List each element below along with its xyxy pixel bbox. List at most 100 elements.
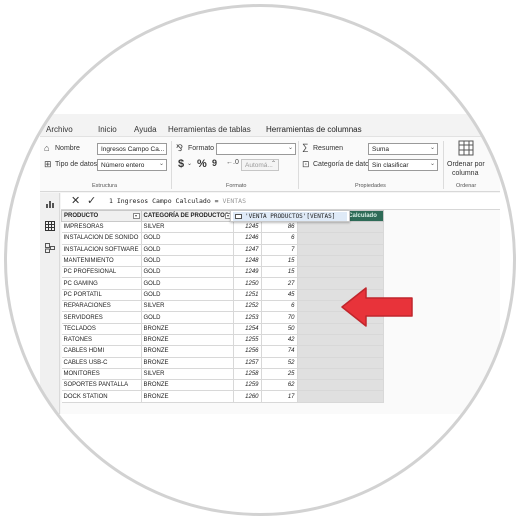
resumen-dropdown[interactable]: Suma ⌄ <box>368 143 438 155</box>
table-cell: SILVER <box>141 300 234 313</box>
table-cell: 1250 <box>233 277 262 290</box>
divider <box>443 141 444 189</box>
table-cell: CABLES USB-C <box>61 357 142 369</box>
table-row[interactable]: MONITORES SILVER 1258 25 <box>61 368 384 381</box>
table-cell: 1248 <box>233 255 262 268</box>
table-cell: DOCK STATION <box>61 390 142 403</box>
table-row[interactable]: CABLES HDMI BRONZE 1256 74 <box>61 345 384 358</box>
table-cell: 1249 <box>233 266 262 279</box>
table-cell: INSTALACION DE SONIDO <box>61 232 142 245</box>
table-row[interactable]: CABLES USB-C BRONZE 1257 52 <box>61 357 384 369</box>
table-cell: IMPRESORAS <box>61 221 142 234</box>
tab-inicio[interactable]: Inicio <box>98 125 117 134</box>
table-row[interactable]: REPARACIONES SILVER 1252 6 <box>61 300 384 313</box>
tipo-datos-value: Número entero <box>101 162 145 169</box>
chevron-down-icon: ⌄ <box>158 161 164 167</box>
ordenar-caption: Ordenar <box>456 183 477 189</box>
decimal-icon[interactable]: ←.0 <box>226 159 239 166</box>
table-cell: BRONZE <box>141 345 234 358</box>
data-type-icon: ⊞ <box>44 159 52 169</box>
column-header[interactable]: CATEGORÍA DE PRODUCTOS ▾ <box>140 210 234 222</box>
table-row[interactable]: SOPORTES PANTALLA BRONZE 1259 62 <box>61 379 384 392</box>
calculated-column-cell <box>297 232 384 245</box>
column-icon <box>235 214 242 219</box>
table-cell: SILVER <box>141 368 234 381</box>
table-cell: 1260 <box>233 390 262 403</box>
tab-archivo[interactable]: Archivo <box>46 125 73 134</box>
tab-herramientas-tablas[interactable]: Herramientas de tablas <box>168 125 251 134</box>
calculated-column-cell <box>297 221 384 234</box>
table-cell: CABLES HDMI <box>61 345 142 358</box>
table-cell: 1258 <box>233 368 262 381</box>
report-view-icon[interactable] <box>45 199 55 209</box>
red-arrow-annotation <box>341 287 413 327</box>
commit-formula-icon[interactable]: ✓ <box>87 194 96 207</box>
tag-icon: ⌂ <box>44 143 50 153</box>
view-switcher <box>40 193 60 414</box>
tab-herramientas-columnas[interactable]: Herramientas de columnas <box>266 125 362 138</box>
table-cell: PC PORTATIL <box>61 289 142 302</box>
chevron-down-icon: ⌄ <box>429 161 435 167</box>
table-cell: MANTENIMIENTO <box>61 255 142 268</box>
propiedades-caption: Propiedades <box>355 183 386 189</box>
table-row[interactable]: MANTENIMIENTO GOLD 1248 15 <box>61 255 384 268</box>
table-cell: 62 <box>261 379 298 392</box>
table-cell: BRONZE <box>141 334 234 347</box>
model-view-icon[interactable] <box>45 243 55 253</box>
nombre-field[interactable]: Ingresos Campo Ca... <box>97 143 167 155</box>
autocomplete-popup: 'VENTA PRODUCTOS'[VENTAS] <box>230 210 350 222</box>
currency-button[interactable]: $ <box>178 158 184 170</box>
table-row[interactable]: PC GAMING GOLD 1250 27 <box>61 277 384 290</box>
decimales-input[interactable]: Automá... ⌃ <box>241 159 279 171</box>
formato-label: Formato <box>188 145 215 152</box>
column-header-label: PRODUCTO <box>64 213 99 219</box>
tipo-datos-dropdown[interactable]: Número entero ⌄ <box>97 159 167 171</box>
filter-dropdown-icon[interactable]: ▾ <box>132 213 140 219</box>
column-header[interactable]: PRODUCTO ▾ <box>61 210 142 222</box>
categoria-dropdown[interactable]: Sin clasificar ⌄ <box>368 159 438 171</box>
comma-style-button[interactable]: 9 <box>212 158 217 168</box>
cancel-formula-icon[interactable]: ✕ <box>71 194 80 207</box>
estructura-caption: Estructura <box>92 183 118 189</box>
table-cell: 17 <box>261 390 298 403</box>
calculated-column-cell <box>297 379 384 392</box>
table-row[interactable]: SERVIDORES GOLD 1253 70 <box>61 311 384 324</box>
ordenar-label-line1[interactable]: Ordenar por <box>447 161 485 168</box>
table-cell: GOLD <box>141 266 234 279</box>
table-row[interactable]: TECLADOS BRONZE 1254 50 <box>61 323 384 335</box>
table-row[interactable]: PC PORTATIL GOLD 1251 45 <box>61 289 384 302</box>
table-row[interactable]: INSTALACION SOFTWARE GOLD 1247 7 <box>61 244 384 256</box>
table-cell: 27 <box>261 277 298 290</box>
ordenar-label-line2[interactable]: columna <box>452 170 478 177</box>
tab-ayuda[interactable]: Ayuda <box>134 125 157 134</box>
table-cell: MONITORES <box>61 368 142 381</box>
formula-input[interactable]: 1 Ingresos Campo Calculado = VENTAS <box>109 197 246 205</box>
table-cell: BRONZE <box>141 379 234 392</box>
table-row[interactable]: DOCK STATION BRONZE 1260 17 <box>61 390 384 403</box>
table-cell: TECLADOS <box>61 323 142 335</box>
data-view-icon[interactable] <box>45 221 55 231</box>
calculated-column-cell <box>297 390 384 403</box>
table-row[interactable]: INSTALACION DE SONIDO GOLD 1246 6 <box>61 232 384 245</box>
formula-expression: Ingresos Campo Calculado = <box>116 197 223 205</box>
table-cell: RATONES <box>61 334 142 347</box>
table-row[interactable]: IMPRESORAS SILVER 1245 86 <box>61 221 384 234</box>
table-cell: 86 <box>261 221 298 234</box>
autocomplete-item[interactable]: 'VENTA PRODUCTOS'[VENTAS] <box>233 212 347 221</box>
table-cell: 52 <box>261 357 298 369</box>
calculated-column-cell <box>297 334 384 347</box>
table-cell: PC GAMING <box>61 277 142 290</box>
table-row[interactable]: PC PROFESIONAL GOLD 1249 15 <box>61 266 384 279</box>
table-cell: 1257 <box>233 357 262 369</box>
chevron-down-icon: ⌄ <box>287 145 293 151</box>
table-row[interactable]: RATONES BRONZE 1255 42 <box>61 334 384 347</box>
percent-button[interactable]: % <box>197 158 207 170</box>
chevron-down-icon[interactable]: ⌄ <box>187 160 192 167</box>
circular-frame: Archivo Inicio Ayuda Herramientas de tab… <box>6 6 514 514</box>
table-cell: 1246 <box>233 232 262 245</box>
table-cell: GOLD <box>141 232 234 245</box>
table-cell: BRONZE <box>141 390 234 403</box>
sort-by-column-icon[interactable] <box>458 140 474 156</box>
table-cell: GOLD <box>141 311 234 324</box>
formato-dropdown[interactable]: ⌄ <box>216 143 296 155</box>
